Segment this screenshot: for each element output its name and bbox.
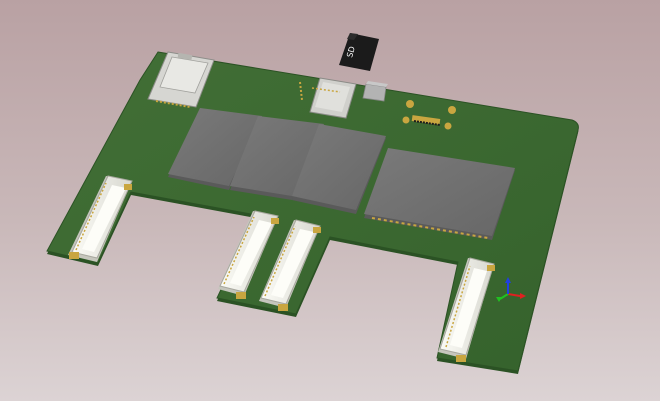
- small-connector: [362, 81, 388, 102]
- 3d-viewport[interactable]: SD: [0, 0, 660, 401]
- pcb-scene: SD: [46, 33, 579, 374]
- sd-card: SD: [339, 33, 379, 71]
